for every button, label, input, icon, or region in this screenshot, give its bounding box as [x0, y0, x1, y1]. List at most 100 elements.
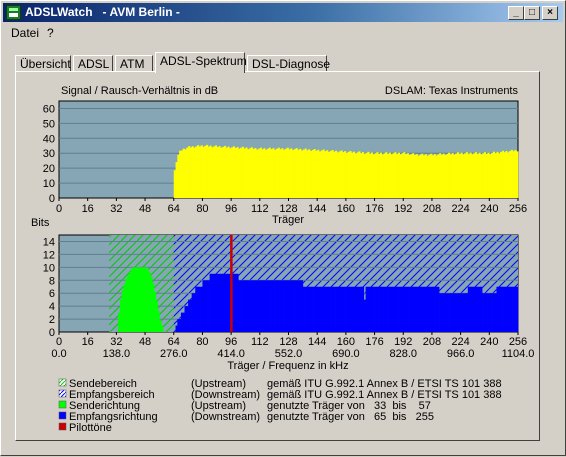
- snr-bar: [209, 145, 212, 198]
- snr-bar: [369, 153, 372, 198]
- snr-bar: [318, 151, 322, 198]
- downstream-bar: [433, 286, 436, 332]
- downstream-bar: [297, 280, 300, 332]
- snr-bar: [453, 154, 456, 198]
- downstream-bar: [512, 286, 515, 332]
- legend: Sendebereich (Upstream) gemäß ITU G.992.1 …: [58, 378, 502, 434]
- downstream-bar: [476, 286, 479, 332]
- snr-bar: [338, 151, 341, 198]
- y-tick-label: 20: [43, 163, 55, 175]
- snr-bar: [263, 148, 266, 198]
- downstream-bar: [304, 286, 307, 332]
- upstream-bar: [136, 267, 139, 332]
- snr-bar: [483, 152, 487, 198]
- x-tick-label: 176: [365, 336, 383, 348]
- snr-bar: [258, 148, 261, 198]
- frequency-tick-label: 552.0: [275, 348, 303, 360]
- downstream-bar: [455, 293, 458, 332]
- snr-bar: [376, 152, 379, 198]
- x-tick-label: 256: [509, 336, 527, 348]
- downstream-bar: [376, 286, 379, 332]
- upstream-bar: [159, 320, 162, 332]
- tab-adsl-spektrum[interactable]: ADSL-Spektrum: [155, 52, 247, 73]
- snr-bar: [290, 148, 293, 198]
- downstream-bar: [268, 280, 271, 332]
- downstream-bar: [336, 286, 340, 332]
- upstream-bar: [134, 267, 137, 332]
- downstream-bar: [259, 280, 262, 332]
- snr-bar: [466, 152, 469, 198]
- snr-bar: [236, 147, 239, 198]
- snr-bar: [457, 152, 460, 198]
- downstream-bar: [482, 293, 485, 332]
- snr-bar: [279, 149, 282, 198]
- snr-bar: [265, 149, 268, 198]
- snr-bar: [424, 154, 427, 198]
- snr-bar: [204, 145, 207, 198]
- downstream-bar: [186, 306, 189, 332]
- dslam-label: DSLAM: Texas Instruments: [385, 85, 519, 97]
- snr-bar: [464, 153, 467, 198]
- downstream-bar: [492, 293, 495, 332]
- downstream-bar: [446, 293, 449, 332]
- downstream-bar: [444, 293, 447, 332]
- downstream-bar: [225, 273, 228, 332]
- downstream-bar: [428, 286, 431, 332]
- downstream-bar: [198, 286, 201, 332]
- downstream-bar: [471, 286, 474, 332]
- snr-bar: [428, 154, 431, 198]
- snr-bar: [211, 147, 214, 198]
- snr-bar: [403, 152, 406, 198]
- snr-bar: [431, 155, 435, 198]
- snr-bar: [218, 146, 221, 198]
- downstream-bar: [188, 299, 191, 332]
- snr-bar: [335, 150, 338, 198]
- snr-bar: [370, 152, 374, 198]
- x-tick-label: 32: [110, 203, 122, 215]
- snr-bar: [340, 150, 343, 198]
- snr-bar: [381, 154, 384, 198]
- frequency-tick-label: 966.0: [447, 348, 475, 360]
- upstream-bar: [150, 277, 153, 332]
- snr-bar: [385, 152, 388, 198]
- downstream-bar: [317, 286, 320, 332]
- x-tick-label: 80: [196, 336, 208, 348]
- snr-bar: [476, 153, 479, 198]
- downstream-bar: [342, 286, 345, 332]
- legend-swatch: [58, 389, 67, 398]
- snr-bar: [310, 150, 313, 198]
- downstream-bar: [510, 286, 513, 332]
- snr-bar: [390, 154, 393, 198]
- legend-direction: (Downstream): [191, 411, 260, 423]
- snr-bar: [482, 153, 485, 198]
- downstream-bar: [367, 286, 370, 332]
- snr-bar: [223, 145, 227, 198]
- downstream-bar: [270, 280, 273, 332]
- downstream-bar: [417, 286, 420, 332]
- downstream-bar: [478, 286, 481, 332]
- y-tick-label: 0: [49, 193, 55, 205]
- upstream-bar: [137, 267, 140, 332]
- snr-bar: [417, 155, 420, 198]
- downstream-bar: [254, 280, 257, 332]
- snr-bar: [214, 145, 218, 198]
- downstream-bar: [274, 280, 277, 332]
- snr-bar: [512, 151, 515, 198]
- legend-swatch: [58, 411, 67, 420]
- downstream-bar: [401, 286, 404, 332]
- snr-bar: [259, 147, 262, 198]
- downstream-bar: [485, 293, 488, 332]
- snr-bar: [344, 151, 347, 198]
- downstream-bar: [467, 286, 470, 332]
- snr-bar: [451, 153, 454, 198]
- upstream-bar: [125, 278, 128, 332]
- snr-bar: [349, 150, 352, 198]
- downstream-bar: [333, 286, 336, 332]
- snr-bar: [200, 145, 203, 198]
- snr-bar: [311, 150, 314, 198]
- downstream-bar: [263, 280, 266, 332]
- snr-bar: [408, 154, 411, 198]
- x-tick-label: 144: [308, 203, 326, 215]
- snr-bar: [261, 149, 264, 198]
- snr-bar: [191, 146, 194, 198]
